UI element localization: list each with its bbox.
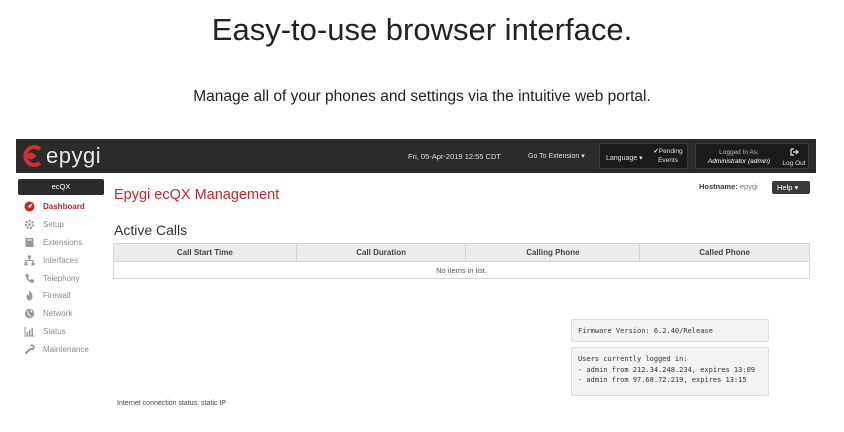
sidebar-item-label: Setup: [43, 220, 64, 230]
book-icon: [24, 237, 35, 248]
logged-in-label: Logged In As:: [719, 149, 759, 156]
sidebar-menu: Dashboard Setup Extensions Interfaces Te…: [18, 198, 104, 358]
firmware-version-text: Firmware Version: 6.2.40/Release: [578, 327, 713, 335]
sidebar-item-label: Network: [43, 309, 73, 319]
help-button[interactable]: Help ▾: [772, 181, 810, 194]
sidebar-item-firewall[interactable]: Firewall: [18, 287, 104, 305]
sidebar-item-label: Status: [43, 326, 66, 336]
caret-down-icon: ▾: [794, 183, 799, 192]
wrench-icon: [24, 344, 35, 355]
active-calls-heading: Active Calls: [114, 222, 188, 238]
logged-in-user: Administrator (admin): [707, 158, 771, 165]
sidebar-item-label: Maintenance: [43, 344, 89, 354]
sidebar-header: ecQX: [18, 179, 104, 195]
empty-table-message: No items in list.: [113, 261, 810, 279]
logo-text: epygi: [46, 143, 102, 168]
go-to-extension-dropdown[interactable]: Go To Extension ▾: [528, 152, 585, 160]
hostname-display: Hostname: epygi: [699, 182, 758, 191]
epygi-logo-icon: [20, 145, 44, 167]
gear-icon: [24, 219, 35, 230]
sidebar-item-label: Extensions: [43, 237, 83, 247]
globe-icon: [24, 308, 35, 319]
column-call-start-time[interactable]: Call Start Time: [113, 243, 297, 262]
page-title: Epygi ecQX Management: [114, 187, 280, 203]
list-item: - admin from 212.34.248.234, expires 13:…: [578, 365, 756, 374]
logged-in-info: Logged In As: Administrator (admin): [700, 148, 778, 166]
top-bar: epygi Fri, 05-Apr-2019 12:55 CDT Go To E…: [16, 139, 816, 173]
language-pending-group: Language ▾ ✔Pending Events: [599, 143, 688, 169]
sidebar-item-extensions[interactable]: Extensions: [18, 234, 104, 252]
firmware-version-box: Firmware Version: 6.2.40/Release: [571, 319, 769, 342]
dashboard-icon: [24, 201, 35, 212]
sidebar-item-status[interactable]: Status: [18, 323, 104, 341]
sidebar-item-maintenance[interactable]: Maintenance: [18, 340, 104, 358]
language-dropdown[interactable]: Language ▾: [606, 154, 643, 162]
epygi-logo[interactable]: epygi: [20, 143, 102, 168]
sidebar-item-setup[interactable]: Setup: [18, 216, 104, 234]
logout-icon: [780, 148, 808, 159]
logout-button[interactable]: Log Out: [780, 148, 808, 168]
fire-icon: [24, 290, 35, 301]
column-called-phone[interactable]: Called Phone: [639, 243, 810, 262]
bar-chart-icon: [24, 326, 35, 337]
active-calls-table: Call Start Time Call Duration Calling Ph…: [113, 243, 810, 279]
sidebar-item-telephony[interactable]: Telephony: [18, 269, 104, 287]
hostname-label: Hostname:: [699, 182, 738, 191]
sidebar-item-dashboard[interactable]: Dashboard: [18, 198, 104, 216]
internet-connection-status: Internet connection status: static IP: [117, 400, 226, 407]
caret-down-icon: ▾: [581, 153, 585, 160]
language-label: Language: [606, 155, 638, 162]
sidebar-item-label: Interfaces: [43, 255, 79, 265]
sidebar-item-network[interactable]: Network: [18, 305, 104, 323]
list-item: - admin from 97.68.72.219, expires 13:15: [578, 376, 747, 384]
pending-label: Pending: [658, 148, 683, 155]
column-call-duration[interactable]: Call Duration: [295, 243, 467, 262]
sidebar-item-label: Firewall: [43, 291, 71, 301]
current-datetime: Fri, 05-Apr-2019 12:55 CDT: [408, 152, 501, 161]
sidebar-item-interfaces[interactable]: Interfaces: [18, 251, 104, 269]
caret-down-icon: ▾: [639, 155, 643, 162]
logout-label: Log Out: [782, 160, 806, 167]
pending-events-button[interactable]: ✔Pending Events: [648, 148, 688, 165]
sidebar-item-label: Telephony: [43, 273, 80, 283]
hero-subline: Manage all of your phones and settings v…: [193, 88, 651, 105]
column-calling-phone[interactable]: Calling Phone: [465, 243, 641, 262]
users-header-text: Users currently logged in:: [578, 355, 688, 363]
hero-headline: Easy-to-use browser interface.: [211, 12, 633, 47]
web-portal-window: epygi Fri, 05-Apr-2019 12:55 CDT Go To E…: [16, 139, 816, 419]
sidebar: ecQX Dashboard Setup Extensions Interfac…: [18, 179, 104, 358]
help-label: Help: [777, 183, 793, 192]
sitemap-icon: [24, 255, 35, 266]
phone-icon: [24, 273, 35, 284]
user-group: Logged In As: Administrator (admin) Log …: [695, 143, 809, 169]
go-to-extension-label: Go To Extension: [528, 153, 580, 160]
hostname-value: epygi: [739, 182, 758, 191]
logged-in-users-box: Users currently logged in: - admin from …: [571, 347, 769, 396]
sidebar-item-label: Dashboard: [43, 202, 85, 212]
events-label: Events: [658, 156, 678, 164]
table-row: No items in list.: [113, 261, 810, 279]
table-header-row: Call Start Time Call Duration Calling Ph…: [113, 243, 810, 262]
